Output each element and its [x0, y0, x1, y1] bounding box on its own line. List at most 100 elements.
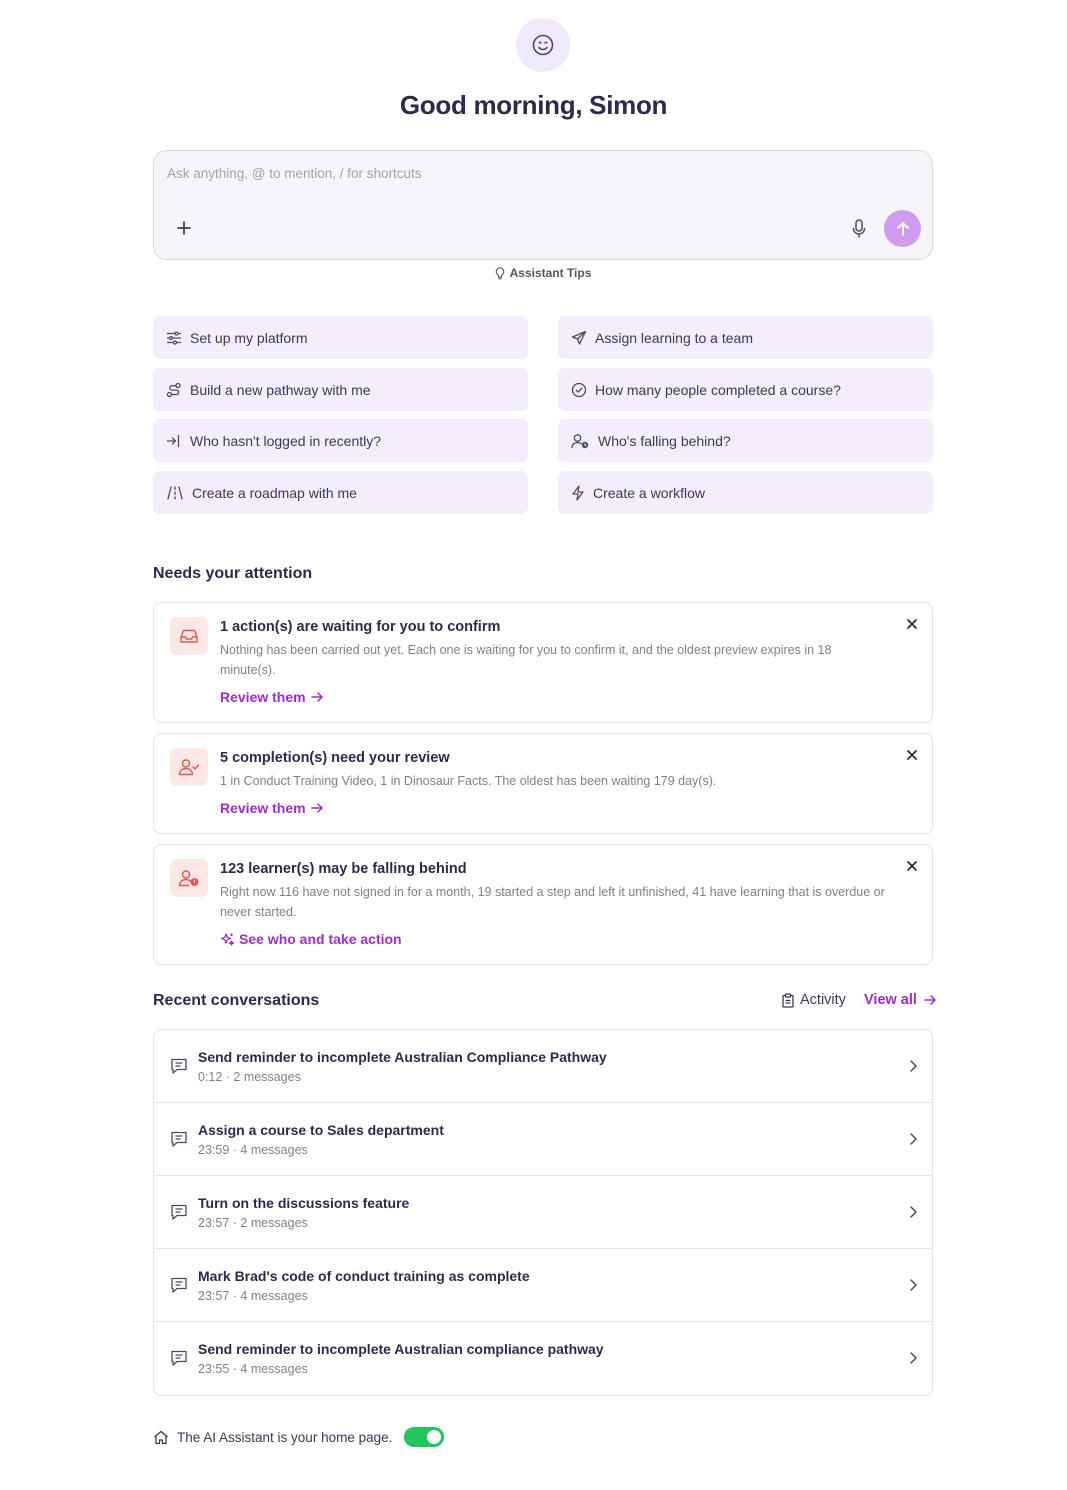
conversation-meta: 23:57 · 4 messages [198, 1289, 308, 1303]
send-icon [571, 330, 587, 345]
quick-action-setup-platform[interactable]: Set up my platform [153, 316, 528, 359]
conversation-title: Turn on the discussions feature [198, 1195, 410, 1211]
attention-card-completions-review: 5 completion(s) need your review 1 in Co… [153, 733, 933, 834]
chevron-right-icon [910, 1352, 917, 1364]
attention-description: Right now 116 have not signed in for a m… [220, 885, 885, 919]
assistant-tips-label: Assistant Tips [509, 266, 592, 280]
close-icon[interactable] [906, 749, 918, 761]
user-check-icon [178, 759, 200, 776]
recent-conversations-heading: Recent conversations [153, 992, 320, 1009]
arrow-right-icon [310, 692, 323, 702]
home-page-toggle[interactable] [404, 1427, 445, 1447]
inbox-icon [180, 629, 198, 643]
home-icon [154, 1430, 168, 1444]
quick-action-label: How many people completed a course? [595, 381, 841, 398]
toggle-knob [427, 1430, 442, 1444]
bolt-icon [572, 484, 584, 501]
quick-action-label: Assign learning to a team [595, 329, 753, 346]
link-label: Review them [220, 800, 306, 816]
quick-action-assign-learning[interactable]: Assign learning to a team [558, 316, 933, 359]
microphone-icon[interactable] [849, 218, 869, 240]
attention-card-confirm-actions: 1 action(s) are waiting for you to confi… [153, 602, 933, 723]
conversation-row[interactable]: Send reminder to incomplete Australian c… [154, 1322, 932, 1395]
view-all-link[interactable]: View all [864, 992, 937, 1008]
review-them-link[interactable]: Review them [220, 800, 324, 816]
attention-card-falling-behind: 123 learner(s) may be falling behind Rig… [153, 844, 933, 965]
quick-action-label: Create a workflow [593, 484, 706, 501]
chat-bubble-icon [171, 1350, 187, 1366]
close-icon[interactable] [906, 860, 918, 872]
check-circle-icon [571, 382, 587, 397]
attention-title: 1 action(s) are waiting for you to confi… [220, 619, 501, 635]
chat-input[interactable]: Ask anything, @ to mention, / for shortc… [167, 166, 422, 181]
quick-action-not-logged-in[interactable]: Who hasn't logged in recently? [153, 419, 528, 462]
conversation-row[interactable]: Mark Brad's code of conduct training as … [154, 1249, 932, 1322]
chat-bubble-icon [171, 1058, 187, 1074]
assistant-tips-link[interactable]: Assistant Tips [0, 266, 1067, 280]
close-icon[interactable] [906, 618, 918, 630]
quick-action-label: Create a roadmap with me [192, 484, 357, 501]
conversation-list: Send reminder to incomplete Australian C… [153, 1029, 933, 1396]
attention-description: Nothing has been carried out yet. Each o… [220, 643, 832, 677]
chevron-right-icon [910, 1279, 917, 1291]
quick-action-course-completions[interactable]: How many people completed a course? [558, 368, 933, 411]
link-label: Review them [220, 689, 306, 705]
quick-action-label: Build a new pathway with me [190, 381, 371, 398]
login-icon [166, 434, 180, 447]
smile-icon [532, 34, 554, 56]
chat-bubble-icon [171, 1277, 187, 1293]
chat-bubble-icon [171, 1131, 187, 1147]
attention-title: 123 learner(s) may be falling behind [220, 861, 467, 877]
route-icon [166, 382, 181, 397]
attention-icon-box [170, 859, 208, 897]
clipboard-icon [782, 992, 794, 1008]
chat-bubble-icon [171, 1204, 187, 1220]
attention-icon-box [170, 748, 208, 786]
conversation-row[interactable]: Send reminder to incomplete Australian C… [154, 1030, 932, 1103]
conversation-meta: 23:55 · 4 messages [198, 1362, 308, 1376]
quick-action-label: Who hasn't logged in recently? [190, 432, 382, 449]
chevron-right-icon [910, 1133, 917, 1145]
page-title: Good morning, Simon [399, 90, 668, 120]
home-page-setting: The AI Assistant is your home page. [153, 1427, 445, 1447]
sparkles-icon [220, 932, 235, 946]
quick-action-falling-behind[interactable]: Who's falling behind? [558, 419, 933, 462]
conversation-row[interactable]: Assign a course to Sales department 23:5… [154, 1103, 932, 1176]
attention-description: 1 in Conduct Training Video, 1 in Dinosa… [220, 774, 717, 788]
quick-action-create-workflow[interactable]: Create a workflow [558, 471, 933, 514]
activity-label: Activity [800, 992, 846, 1008]
chevron-right-icon [910, 1206, 917, 1218]
link-label: See who and take action [239, 931, 402, 947]
see-who-link[interactable]: See who and take action [220, 931, 402, 947]
view-all-label: View all [864, 992, 917, 1008]
attention-title: 5 completion(s) need your review [220, 750, 450, 766]
conversation-meta: 0:12 · 2 messages [198, 1070, 301, 1084]
arrow-right-icon [310, 803, 323, 813]
attention-heading: Needs your attention [153, 565, 313, 582]
conversation-title: Send reminder to incomplete Australian c… [198, 1341, 604, 1357]
quick-action-label: Set up my platform [190, 329, 308, 346]
chevron-right-icon [910, 1060, 917, 1072]
attention-icon-box [170, 617, 208, 655]
quick-action-label: Who's falling behind? [598, 432, 731, 449]
arrow-right-icon [924, 995, 936, 1005]
send-button[interactable] [884, 210, 921, 247]
lightbulb-icon [495, 266, 504, 279]
user-clock-icon [571, 433, 589, 448]
activity-link[interactable]: Activity [782, 992, 846, 1008]
conversation-row[interactable]: Turn on the discussions feature 23:57 · … [154, 1176, 932, 1249]
quick-action-build-pathway[interactable]: Build a new pathway with me [153, 368, 528, 411]
home-page-text: The AI Assistant is your home page. [177, 1429, 393, 1445]
conversation-title: Assign a course to Sales department [198, 1122, 444, 1138]
conversation-meta: 23:59 · 4 messages [198, 1143, 308, 1157]
arrow-up-icon [896, 221, 909, 236]
plus-icon[interactable] [174, 218, 194, 238]
conversation-meta: 23:57 · 2 messages [198, 1216, 308, 1230]
chat-composer[interactable]: Ask anything, @ to mention, / for shortc… [153, 150, 933, 260]
road-icon [167, 485, 183, 500]
review-them-link[interactable]: Review them [220, 689, 324, 705]
user-alert-icon [178, 870, 199, 887]
quick-action-create-roadmap[interactable]: Create a roadmap with me [153, 471, 528, 514]
conversation-title: Send reminder to incomplete Australian C… [198, 1049, 607, 1065]
conversation-title: Mark Brad's code of conduct training as … [198, 1268, 530, 1284]
